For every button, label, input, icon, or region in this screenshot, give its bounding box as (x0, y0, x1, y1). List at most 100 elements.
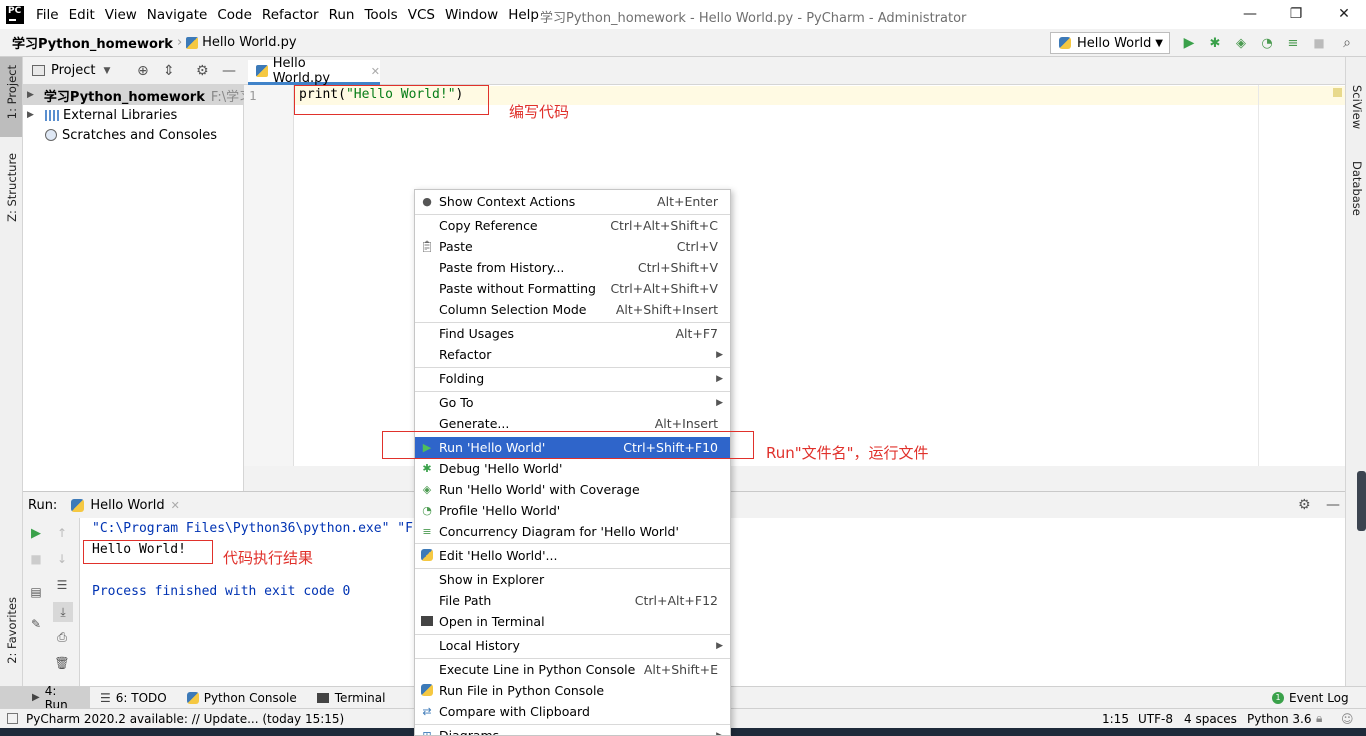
database-tool-tab[interactable]: Database (1350, 161, 1364, 216)
gear-icon[interactable]: ⚙ (1298, 497, 1311, 513)
menu-window[interactable]: Window (441, 7, 502, 23)
breadcrumb-project[interactable]: 学习Python_homework (12, 33, 173, 52)
lock-icon[interactable]: 🔒︎ (1316, 711, 1322, 726)
menu-item-find-usages[interactable]: Find Usages Alt+F7 (415, 323, 730, 344)
chevron-down-icon[interactable]: ▼ (103, 66, 110, 76)
menu-item-paste[interactable]: 📋︎ Paste Ctrl+V (415, 236, 730, 257)
run-tool-tab[interactable]: ▶ 4: Run (0, 684, 90, 712)
inspection-indicator-icon[interactable] (1333, 88, 1342, 97)
menu-item-local-history[interactable]: Local History ▶ (415, 635, 730, 656)
run-list-icon[interactable]: ≡ (1285, 35, 1301, 51)
rerun-icon[interactable]: ▶ (28, 525, 44, 541)
project-tool-tab[interactable]: 1: Project (5, 65, 19, 119)
caret-position[interactable]: 1:15 (1102, 712, 1129, 726)
gear-icon[interactable]: ⚙ (196, 63, 209, 79)
sciview-tool-tab[interactable]: SciView (1350, 85, 1364, 129)
run-tab-label[interactable]: Hello World (90, 498, 164, 513)
menu-view[interactable]: View (101, 7, 141, 23)
menu-item-paste-without-formatting[interactable]: Paste without Formatting Ctrl+Alt+Shift+V (415, 278, 730, 299)
run-play-icon[interactable]: ▶ (1181, 35, 1197, 51)
menu-item-compare-with-clipboard[interactable]: ⇄ Compare with Clipboard (415, 701, 730, 722)
locate-icon[interactable]: ⊕ (137, 63, 149, 79)
menu-item-profile-hello-world[interactable]: ◔ Profile 'Hello World' (415, 500, 730, 521)
menu-run[interactable]: Run (325, 7, 359, 23)
terminal-tool-tab[interactable]: Terminal (307, 687, 396, 709)
close-tab-icon[interactable]: ✕ (371, 65, 380, 78)
maximize-button[interactable]: ❐ (1286, 4, 1306, 24)
file-encoding[interactable]: UTF-8 (1138, 712, 1173, 726)
menu-item-folding[interactable]: Folding ▶ (415, 368, 730, 389)
close-run-tab-icon[interactable]: ✕ (171, 499, 180, 512)
menu-navigate[interactable]: Navigate (143, 7, 212, 23)
print-icon[interactable]: ⎙ (54, 629, 70, 645)
menu-item-paste-from-history[interactable]: Paste from History... Ctrl+Shift+V (415, 257, 730, 278)
menu-edit[interactable]: Edit (65, 7, 99, 23)
user-icon[interactable]: ☺ (1341, 712, 1354, 726)
menu-item-go-to[interactable]: Go To ▶ (415, 392, 730, 413)
hide-panel-icon[interactable]: — (1326, 497, 1340, 513)
tree-item-project[interactable]: ▶ 学习Python_homework F:\学习 (23, 85, 252, 105)
structure-tool-tab[interactable]: Z: Structure (5, 153, 19, 222)
menu-item-copy-reference[interactable]: Copy Reference Ctrl+Alt+Shift+C (415, 215, 730, 236)
menu-item-run-file-in-console[interactable]: Run File in Python Console (415, 680, 730, 701)
scroll-to-end-icon[interactable]: ⤓ (53, 602, 73, 622)
menu-item-debug-hello-world[interactable]: ✱ Debug 'Hello World' (415, 458, 730, 479)
trash-icon[interactable]: 🗑 (54, 655, 70, 671)
menu-item-diagrams[interactable]: ⊞ Diagrams ▶ (415, 725, 730, 735)
terminal-icon (316, 692, 329, 703)
menu-item-show-context-actions[interactable]: ● Show Context Actions Alt+Enter (415, 191, 730, 212)
hide-icon[interactable]: — (222, 63, 236, 79)
tree-item-external-libraries[interactable]: ▶ External Libraries (23, 105, 177, 125)
expand-arrow-icon[interactable]: ▶ (27, 110, 39, 120)
menu-item-file-path[interactable]: File Path Ctrl+Alt+F12 (415, 590, 730, 611)
stop-icon[interactable]: ■ (1311, 35, 1327, 51)
status-checkbox-icon[interactable] (7, 713, 18, 724)
coverage-icon[interactable]: ◈ (1233, 35, 1249, 51)
annotation-write-code: 编写代码 (509, 103, 570, 121)
run-configuration-select[interactable]: Hello World ▼ (1050, 32, 1170, 54)
minimize-button[interactable]: — (1240, 4, 1260, 24)
menu-item-show-in-explorer[interactable]: Show in Explorer (415, 569, 730, 590)
indent-setting[interactable]: 4 spaces (1184, 712, 1237, 726)
python-console-tool-tab[interactable]: Python Console (177, 687, 307, 709)
expand-arrow-icon[interactable]: ▶ (27, 90, 34, 100)
menu-item-refactor[interactable]: Refactor ▶ (415, 344, 730, 365)
tree-item-scratches[interactable]: Scratches and Consoles (23, 125, 217, 145)
close-window-button[interactable]: ✕ (1334, 4, 1354, 24)
menu-item-edit-configuration[interactable]: Edit 'Hello World'... (415, 545, 730, 566)
editor-tab-hello-world[interactable]: Hello World.py ✕ (248, 56, 380, 86)
status-message[interactable]: PyCharm 2020.2 available: // Update... (… (26, 712, 344, 726)
stop-icon[interactable]: ■ (28, 551, 44, 567)
collapse-icon[interactable]: ⇕ (163, 63, 175, 79)
soft-wrap-icon[interactable]: ☰ (54, 577, 70, 593)
annotation-result: 代码执行结果 (223, 549, 314, 567)
python-interpreter[interactable]: Python 3.6 (1247, 712, 1312, 726)
project-panel-title[interactable]: Project (51, 63, 95, 78)
down-arrow-icon[interactable]: ↓ (54, 551, 70, 567)
menu-vcs[interactable]: VCS (404, 7, 439, 23)
annotation-box-code (294, 85, 489, 115)
event-log-tool-tab[interactable]: 1 Event Log (1262, 687, 1359, 709)
favorites-tool-tab[interactable]: 2: Favorites (5, 597, 19, 664)
menu-item-run-with-coverage[interactable]: ◈ Run 'Hello World' with Coverage (415, 479, 730, 500)
menu-item-execute-line-in-console[interactable]: Execute Line in Python Console Alt+Shift+… (415, 659, 730, 680)
todo-tool-tab[interactable]: ☰ 6: TODO (90, 687, 177, 709)
menu-item-open-in-terminal[interactable]: Open in Terminal (415, 611, 730, 632)
pin-icon[interactable]: ✎ (28, 616, 44, 632)
menu-help[interactable]: Help (504, 7, 543, 23)
layout-icon[interactable]: ▤ (28, 584, 44, 600)
debug-bug-icon[interactable]: ✱ (1207, 35, 1223, 51)
menu-code[interactable]: Code (213, 7, 256, 23)
breadcrumb-file[interactable]: Hello World.py (202, 35, 296, 50)
menu-item-concurrency-diagram[interactable]: ≡ Concurrency Diagram for 'Hello World' (415, 521, 730, 542)
menu-tools[interactable]: Tools (360, 7, 401, 23)
concurrency-icon: ≡ (422, 524, 432, 538)
run-panel-label: Run: (28, 497, 58, 513)
python-icon (71, 498, 85, 512)
menu-file[interactable]: File (32, 7, 63, 23)
profile-icon[interactable]: ◔ (1259, 35, 1275, 51)
menu-refactor[interactable]: Refactor (258, 7, 323, 23)
search-icon[interactable]: ⌕ (1339, 35, 1355, 51)
up-arrow-icon[interactable]: ↑ (54, 525, 70, 541)
menu-item-column-selection-mode[interactable]: Column Selection Mode Alt+Shift+Insert (415, 299, 730, 320)
